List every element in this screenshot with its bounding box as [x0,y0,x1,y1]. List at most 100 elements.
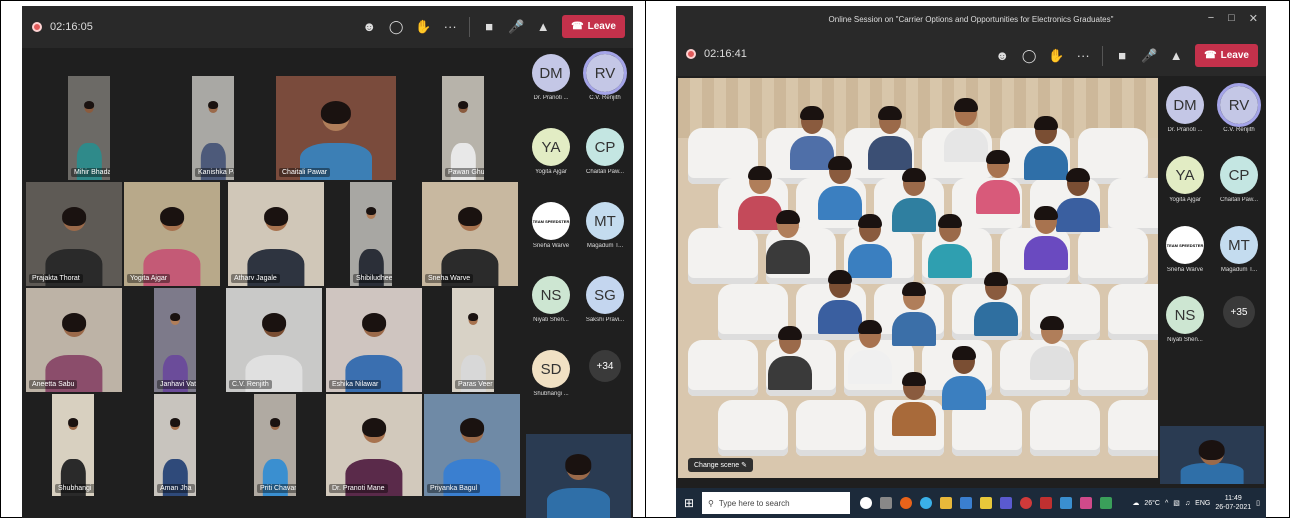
taskbar-search-box[interactable]: ⚲ Type here to search [702,492,850,514]
more-icon[interactable]: ··· [442,19,458,34]
roster-participant[interactable]: SG Sakshi Pravi... [580,276,630,323]
mic-icon[interactable]: 🎤 [1141,48,1157,64]
more-participants-button[interactable]: +34 [589,350,621,382]
roster-participant[interactable]: SD Shubhangi ... [526,350,576,397]
audience-member[interactable] [818,156,862,220]
audience-member[interactable] [768,326,812,390]
roster-participant[interactable]: CP Chaitali Paw... [580,128,630,175]
audience-member[interactable] [974,272,1018,336]
video-tile[interactable]: Kanishka Pawar [192,76,234,180]
video-tile[interactable]: Dr. Pranoti Mane [326,394,422,496]
chat-icon[interactable]: ◯ [388,19,404,35]
roster-participant[interactable]: MT Magadum T... [1214,226,1264,273]
video-tile[interactable]: C.V. Renjith [226,288,322,392]
video-tile[interactable]: Aneetta Sabu [26,288,122,392]
folder-icon[interactable] [980,497,992,509]
mic-icon[interactable]: 🎤 [508,19,524,35]
audience-member[interactable] [976,150,1020,214]
audience-member[interactable] [892,372,936,436]
self-view-video[interactable] [1160,426,1264,484]
share-icon[interactable]: ▲ [535,19,551,34]
video-tile[interactable]: Chaitali Pawar [276,76,396,180]
video-tile[interactable]: Priyanka Bagul [424,394,520,496]
audience-member[interactable] [848,214,892,278]
roster-participant[interactable]: DM Dr. Pranoti ... [526,54,576,101]
video-tile[interactable]: Priti Chavan [254,394,296,496]
roster-participant[interactable]: YA Yogita Ajgar [526,128,576,175]
audience-member[interactable] [1030,316,1074,380]
audience-member[interactable] [942,346,986,410]
chevron-up-icon[interactable]: ^ [1165,500,1168,507]
audience-member[interactable] [868,106,912,170]
close-icon[interactable]: ✕ [1249,12,1258,25]
self-view-video[interactable] [526,434,631,518]
roster-participant[interactable]: +34 [580,350,630,382]
video-tile[interactable]: Eshika Nilawar [326,288,422,392]
roster-participant[interactable]: NS Niyati Shen... [1160,296,1210,343]
video-tile[interactable]: Pawan Ghumare [442,76,484,180]
store-icon[interactable] [960,497,972,509]
people-icon[interactable]: ☻ [994,48,1010,63]
camera-icon[interactable]: ■ [481,19,497,34]
person-body [976,180,1020,214]
roster-participant[interactable]: RV C.V. Renjith [580,51,630,101]
camera-icon[interactable]: ■ [1114,48,1130,63]
roster-participant[interactable]: RV C.V. Renjith [1214,83,1264,133]
roster-participant[interactable]: TEAM SPEEDSTER Sneha Warve [1160,226,1210,273]
more-participants-button[interactable]: +35 [1223,296,1255,328]
taskbar-clock[interactable]: 11:49 26-07-2021 [1215,494,1251,512]
video-tile[interactable]: Shubhangi Mahadev Dhage [52,394,94,496]
share-icon[interactable]: ▲ [1168,48,1184,63]
edge-icon[interactable] [920,497,932,509]
chat-icon[interactable]: ◯ [1021,48,1037,64]
notification-icon[interactable]: ▯ [1256,499,1260,507]
cortana-icon[interactable] [860,497,872,509]
roster-participant[interactable]: NS Niyati Shen... [526,276,576,323]
video-tile[interactable]: Yogita Ajgar [124,182,220,286]
file-explorer-icon[interactable] [940,497,952,509]
audience-member[interactable] [892,282,936,346]
video-tile[interactable]: Mihir Bhadange [68,76,110,180]
firefox-icon[interactable] [900,497,912,509]
video-tile[interactable]: Atharv Jagale [228,182,324,286]
raise-hand-icon[interactable]: ✋ [1048,48,1064,64]
acrobat-icon[interactable] [1040,497,1052,509]
leave-button[interactable]: ☎ Leave [1195,44,1258,67]
video-tile[interactable]: Janhavi Vatankar [154,288,196,392]
raise-hand-icon[interactable]: ✋ [415,19,431,35]
app-icon[interactable] [1100,497,1112,509]
roster-participant[interactable]: +35 [1214,296,1264,328]
roster-participant[interactable]: CP Chaitali Paw... [1214,156,1264,203]
roster-participant[interactable]: YA Yogita Ajgar [1160,156,1210,203]
task-view-icon[interactable] [880,497,892,509]
volume-icon[interactable]: ♫ [1185,500,1190,507]
video-tile[interactable]: Shibiludheen [350,182,392,286]
roster-participant[interactable]: DM Dr. Pranoti ... [1160,86,1210,133]
more-icon[interactable]: ··· [1075,48,1091,63]
language[interactable]: ENG [1195,500,1210,507]
auditorium-seat [1108,178,1158,234]
video-tile[interactable]: Sneha Warve [422,182,518,286]
audience-member[interactable] [1024,206,1068,270]
minimize-icon[interactable]: − [1208,12,1214,25]
audience-member[interactable] [928,214,972,278]
video-tile[interactable]: Paras Veer [452,288,494,392]
maximize-icon[interactable]: □ [1228,12,1235,25]
windows-start-icon[interactable]: ⊞ [676,496,702,510]
change-scene-button[interactable]: Change scene ✎ [688,458,753,472]
audience-member[interactable] [848,320,892,384]
app-icon[interactable] [1080,497,1092,509]
video-tile[interactable]: Aman Jha [154,394,196,496]
roster-participant[interactable]: TEAM SPEEDSTER Sneha Warve [526,202,576,249]
roster-participant[interactable]: MT Magadum T... [580,202,630,249]
teams-icon[interactable] [1000,497,1012,509]
person-hair [858,214,882,228]
app-icon[interactable] [1060,497,1072,509]
audience-member[interactable] [766,210,810,274]
network-icon[interactable]: ▧ [1173,499,1180,507]
chrome-icon[interactable] [1020,497,1032,509]
clock-date: 26-07-2021 [1215,504,1252,511]
leave-button[interactable]: ☎ Leave [562,15,625,38]
people-icon[interactable]: ☻ [361,19,377,34]
video-tile[interactable]: Prajakta Thorat [26,182,122,286]
